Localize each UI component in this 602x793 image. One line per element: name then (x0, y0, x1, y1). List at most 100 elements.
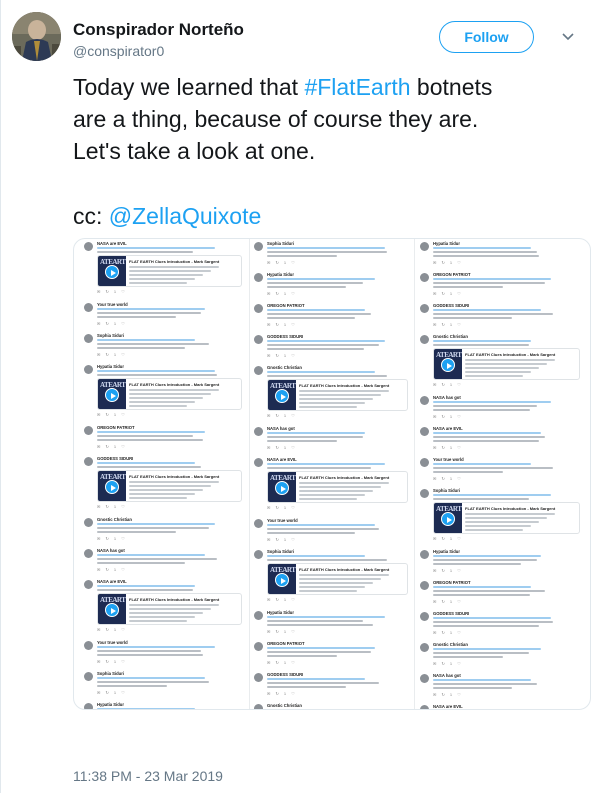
mini-tweet[interactable]: NASA has got ✉ ↻ 1 ♡ (420, 395, 584, 421)
mini-tweet[interactable]: NASA are EVIL✉ ↻ 1 ♡ (420, 704, 584, 709)
action-icons[interactable]: ✉ ↻ 1 ♡ (433, 382, 463, 387)
action-icons[interactable]: ✉ ↻ 1 ♡ (433, 322, 463, 327)
mini-tweet[interactable]: Hypatia Sidur✉ ↻ 1 ♡ (84, 702, 246, 709)
mini-video-card[interactable]: ATEART FLAT EARTH Clues Introduction - Ma… (267, 379, 408, 411)
mini-tweet[interactable]: NASA are EVIL ATEART FLAT EARTH Clues Intr… (84, 579, 246, 635)
mini-tweet[interactable]: Sophia Siduri ✉ ↻ 1 ♡ (84, 671, 246, 697)
action-icons[interactable]: ✉ ↻ 1 ♡ (97, 536, 127, 541)
action-icons[interactable]: ✉ ↻ 1 ♡ (267, 660, 297, 665)
action-icons[interactable]: ✉ ↻ 1 ♡ (433, 445, 463, 450)
action-icons[interactable]: ✉ ↻ 1 ♡ (433, 291, 463, 296)
play-icon[interactable] (275, 481, 289, 495)
play-icon[interactable] (105, 265, 119, 279)
action-icons[interactable]: ✉ ↻ 1 ♡ (433, 260, 463, 265)
action-icons[interactable]: ✉ ↻ 1 ♡ (433, 568, 463, 573)
action-icons[interactable]: ✉ ↻ 1 ♡ (433, 692, 463, 697)
mini-tweet[interactable]: Hypatia Sidur✉ ↻ 1 ♡ (420, 241, 584, 267)
action-icons[interactable]: ✉ ↻ 1 ♡ (97, 352, 127, 357)
action-icons[interactable]: ✉ ↻ 1 ♡ (433, 476, 463, 481)
mini-tweet[interactable]: Hypatia Sidur✉ ↻ 1 ♡ (254, 272, 412, 298)
mini-tweet[interactable]: Your true world ✉ ↻ 1 ♡ (254, 518, 412, 544)
mini-video-card[interactable]: ATEART FLAT EARTH Clues Introduction - Ma… (267, 563, 408, 595)
avatar[interactable] (12, 12, 61, 61)
mini-video-card[interactable]: ATEART FLAT EARTH Clues Introduction - Ma… (97, 378, 242, 410)
action-icons[interactable]: ✉ ↻ 1 ♡ (433, 661, 463, 666)
mini-tweet[interactable]: Gnostic Christian ATEART FLAT EARTH Clues … (254, 365, 412, 421)
action-icons[interactable]: ✉ ↻ 1 ♡ (267, 291, 297, 296)
mini-tweet[interactable]: NASA are EVIL✉ ↻ 1 ♡ (420, 426, 584, 452)
mini-tweet[interactable]: Sophia Siduri ✉ ↻ 1 ♡ (254, 241, 412, 267)
mini-tweet[interactable]: Sophia Siduri ATEART FLAT EARTH Clues Intr… (254, 549, 412, 605)
action-icons[interactable]: ✉ ↻ 1 ♡ (267, 353, 297, 358)
play-icon[interactable] (105, 603, 119, 617)
mini-tweet[interactable]: OREGON PATRIOT ✉ ↻ 1 ♡ (254, 641, 412, 667)
play-icon[interactable] (275, 389, 289, 403)
play-icon[interactable] (275, 573, 289, 587)
action-icons[interactable]: ✉ ↻ 1 ♡ (97, 444, 127, 449)
action-icons[interactable]: ✉ ↻ 1 ♡ (97, 690, 127, 695)
mini-tweet[interactable]: Gnostic Christian✉ ↻ 1 ♡ (420, 642, 584, 668)
action-icons[interactable]: ✉ ↻ 1 ♡ (267, 413, 297, 418)
action-icons[interactable]: ✉ ↻ 1 ♡ (267, 629, 297, 634)
action-icons[interactable]: ✉ ↻ 1 ♡ (97, 412, 127, 417)
mini-tweet[interactable]: NASA are EVIL ATEART FLAT EARTH Clues Intr… (254, 457, 412, 513)
mini-tweet[interactable]: NASA has got ✉ ↻ 1 ♡ (84, 548, 246, 574)
action-icons[interactable]: ✉ ↻ 1 ♡ (267, 505, 297, 510)
mini-video-card[interactable]: ATEART FLAT EARTH Clues Introduction - Ma… (433, 502, 580, 534)
mini-tweet[interactable]: Gnostic Christian ATEART FLAT EARTH Clues … (420, 334, 584, 390)
action-icons[interactable]: ✉ ↻ 1 ♡ (433, 536, 463, 541)
follow-button[interactable]: Follow (439, 21, 534, 53)
mini-tweet[interactable]: OREGON PATRIOT ✉ ↻ 1 ♡ (84, 425, 246, 451)
action-icons[interactable]: ✉ ↻ 1 ♡ (97, 321, 127, 326)
mini-tweet[interactable]: OREGON PATRIOT ✉ ↻ 1 ♡ (420, 272, 584, 298)
mini-tweet[interactable]: OREGON PATRIOT ✉ ↻ 1 ♡ (254, 303, 412, 329)
mini-tweet[interactable]: Sophia Siduri ATEART FLAT EARTH Clues Intr… (420, 488, 584, 544)
action-icons[interactable]: ✉ ↻ 1 ♡ (267, 322, 297, 327)
mini-tweet[interactable]: NASA are EVIL ATEART FLAT EARTH Clues Intr… (84, 241, 246, 297)
mini-tweet[interactable]: Your true world ✉ ↻ 1 ♡ (84, 640, 246, 666)
mini-video-card[interactable]: ATEART FLAT EARTH Clues Introduction - Ma… (97, 593, 242, 625)
action-icons[interactable]: ✉ ↻ 1 ♡ (267, 537, 297, 542)
play-icon[interactable] (105, 480, 119, 494)
mini-tweet[interactable]: NASA has got ✉ ↻ 1 ♡ (254, 426, 412, 452)
author-name[interactable]: Conspirador Norteño (73, 20, 244, 40)
author-handle[interactable]: @conspirator0 (73, 43, 164, 59)
mini-tweet[interactable]: Gnostic Christian✉ ↻ 1 ♡ (84, 517, 246, 543)
mini-video-card[interactable]: ATEART FLAT EARTH Clues Introduction - Ma… (267, 471, 408, 503)
mini-video-card[interactable]: ATEART FLAT EARTH Clues Introduction - Ma… (433, 348, 580, 380)
mini-tweet[interactable]: OREGON PATRIOT ✉ ↻ 1 ♡ (420, 580, 584, 606)
action-icons[interactable]: ✉ ↻ 1 ♡ (97, 627, 127, 632)
mini-tweet[interactable]: Your true world ✉ ↻ 1 ♡ (84, 302, 246, 328)
action-icons[interactable]: ✉ ↻ 1 ♡ (267, 597, 297, 602)
action-icons[interactable]: ✉ ↻ 1 ♡ (267, 445, 297, 450)
mini-tweet[interactable]: Gnostic Christian✉ ↻ 1 ♡ (254, 703, 412, 709)
action-icons[interactable]: ✉ ↻ 1 ♡ (97, 504, 127, 509)
mini-tweet[interactable]: Hypatia Sidur✉ ↻ 1 ♡ (254, 610, 412, 636)
mini-tweet[interactable]: NASA has got ✉ ↻ 1 ♡ (420, 673, 584, 699)
action-icons[interactable]: ✉ ↻ 1 ♡ (267, 691, 297, 696)
hashtag-link[interactable]: #FlatEarth (304, 74, 410, 100)
play-icon[interactable] (441, 358, 455, 372)
mention-link[interactable]: @ZellaQuixote (109, 203, 261, 229)
action-icons[interactable]: ✉ ↻ 1 ♡ (267, 260, 297, 265)
mini-video-card[interactable]: ATEART FLAT EARTH Clues Introduction - Ma… (97, 255, 242, 287)
action-icons[interactable]: ✉ ↻ 1 ♡ (433, 599, 463, 604)
action-icons[interactable]: ✉ ↻ 1 ♡ (433, 414, 463, 419)
mini-tweet[interactable]: Hypatia Sidur ATEART FLAT EARTH Clues Intr… (84, 364, 246, 420)
chevron-down-icon[interactable] (558, 27, 578, 47)
mini-tweet[interactable]: Your true world ✉ ↻ 1 ♡ (420, 457, 584, 483)
mini-tweet[interactable]: GODDESS SIDURI ✉ ↻ 1 ♡ (254, 334, 412, 360)
action-icons[interactable]: ✉ ↻ 1 ♡ (97, 567, 127, 572)
action-icons[interactable]: ✉ ↻ 1 ♡ (97, 289, 127, 294)
action-icons[interactable]: ✉ ↻ 1 ♡ (97, 659, 127, 664)
mini-tweet[interactable]: Hypatia Sidur✉ ↻ 1 ♡ (420, 549, 584, 575)
mini-tweet[interactable]: Sophia Siduri ✉ ↻ 1 ♡ (84, 333, 246, 359)
mini-tweet[interactable]: GODDESS SIDURI ✉ ↻ 1 ♡ (420, 303, 584, 329)
mini-tweet[interactable]: GODDESS SIDURI ✉ ↻ 1 ♡ (420, 611, 584, 637)
mini-video-card[interactable]: ATEART FLAT EARTH Clues Introduction - Ma… (97, 470, 242, 502)
play-icon[interactable] (105, 388, 119, 402)
mini-tweet[interactable]: GODDESS SIDURI ✉ ↻ 1 ♡ (254, 672, 412, 698)
play-icon[interactable] (441, 512, 455, 526)
tweet-timestamp[interactable]: 11:38 PM - 23 Mar 2019 (73, 768, 223, 784)
action-icons[interactable]: ✉ ↻ 1 ♡ (433, 630, 463, 635)
